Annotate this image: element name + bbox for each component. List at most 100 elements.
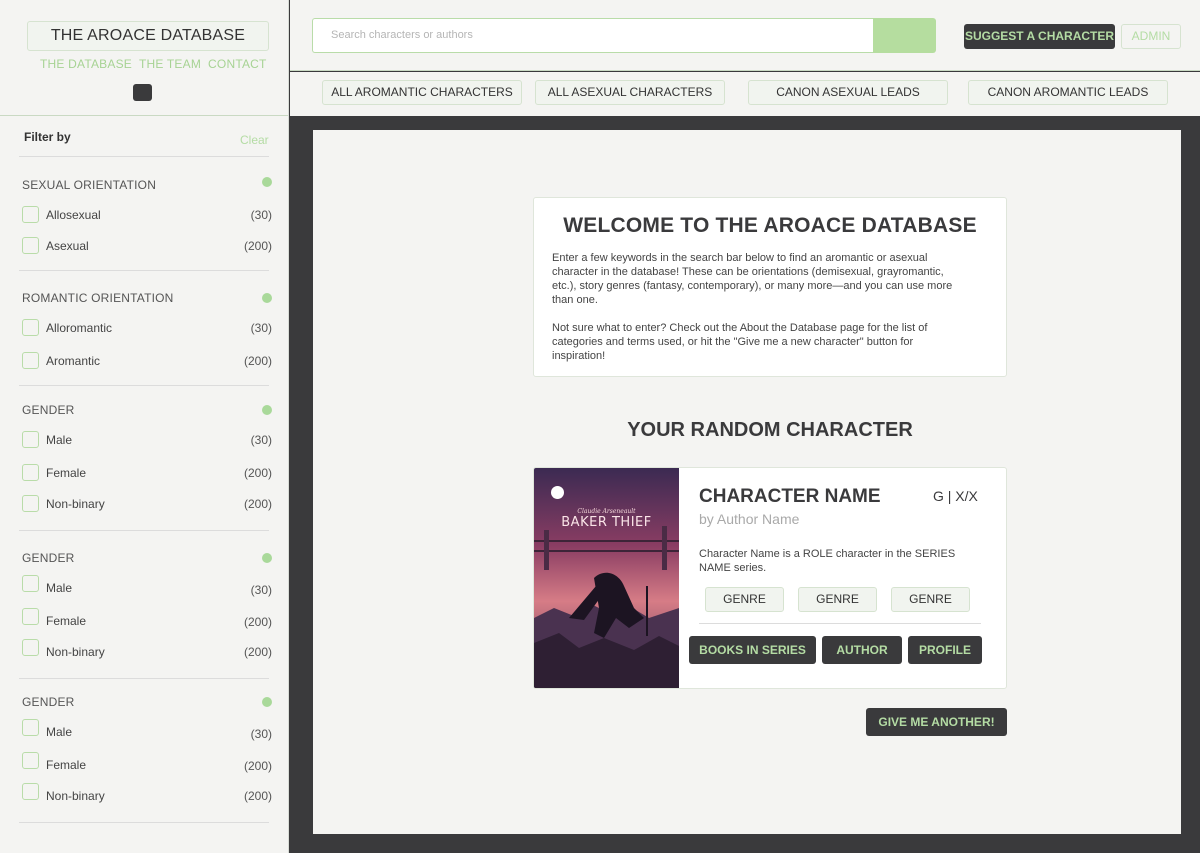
profile-button[interactable]: PROFILE [908,636,982,664]
checkbox[interactable] [22,783,39,800]
cover-indicator-dot [551,486,564,499]
genre-tag[interactable]: GENRE [798,587,877,612]
filter-option-count: (30) [250,321,272,335]
cover-author-text: Claudie Arseneault [577,508,636,515]
filter-option-count: (200) [243,615,272,629]
filter-option-label: Female [46,758,87,772]
brand-area: THE AROACE DATABASE THE DATABASE THE TEA… [0,0,288,116]
filter-option-label: Male [46,725,73,739]
checkbox[interactable] [22,495,39,512]
admin-button[interactable]: ADMIN [1121,24,1181,49]
group-indicator-dot [262,293,272,303]
nav-link-team[interactable]: THE TEAM [139,57,201,71]
search-input[interactable]: Search characters or authors [312,18,874,53]
filter-option-female[interactable]: Female (200) [22,464,272,482]
filter-heading: Filter by [24,130,71,144]
filter-option-male[interactable]: Male (30) [22,431,272,449]
header-bar: Search characters or authors SUGGEST A C… [290,0,1200,71]
category-canon-asexual-leads[interactable]: CANON ASEXUAL LEADS [748,80,948,105]
author-button[interactable]: AUTHOR [822,636,902,664]
give-me-another-button[interactable]: GIVE ME ANOTHER! [866,708,1007,736]
filter-option-label: Male [46,581,73,595]
category-all-aromantic[interactable]: ALL AROMANTIC CHARACTERS [322,80,522,105]
divider [19,385,269,386]
character-description: Character Name is a ROLE character in th… [699,548,956,574]
checkbox[interactable] [22,608,39,625]
character-name: CHARACTER NAME [699,486,881,507]
filter-option-label: Non-binary [46,789,105,803]
filter-group-title: ROMANTIC ORIENTATION [22,291,174,305]
group-indicator-dot [262,697,272,707]
filter-option-aromantic[interactable]: Aromantic (200) [22,352,272,370]
filter-group-title: GENDER [22,403,75,417]
theme-toggle-button[interactable] [133,84,152,101]
sidebar: THE AROACE DATABASE THE DATABASE THE TEA… [0,0,289,853]
suggest-character-button[interactable]: SUGGEST A CHARACTER [964,24,1115,49]
filter-option-label: Female [46,466,87,480]
category-all-asexual[interactable]: ALL ASEXUAL CHARACTERS [535,80,725,105]
checkbox[interactable] [22,639,39,656]
filter-group-title: GENDER [22,551,75,565]
book-cover-illustration [534,468,679,688]
filter-option-label: Alloromantic [46,321,113,335]
filter-option-count: (200) [243,466,272,480]
category-bar: ALL AROMANTIC CHARACTERS ALL ASEXUAL CHA… [290,72,1200,116]
filter-option-label: Allosexual [46,208,101,222]
filter-option-allosexual[interactable]: Allosexual (30) [22,206,272,224]
filter-option-label: Female [46,614,87,628]
checkbox[interactable] [22,719,39,736]
filter-option-male[interactable]: Male (30) [22,575,272,597]
welcome-title: WELCOME TO THE AROACE DATABASE [563,214,977,237]
books-in-series-button[interactable]: BOOKS IN SERIES [689,636,816,664]
nav-link-contact[interactable]: CONTACT [208,57,267,71]
filter-option-non-binary[interactable]: Non-binary (200) [22,783,272,803]
genre-tag[interactable]: GENRE [891,587,970,612]
filter-option-label: Non-binary [46,497,105,511]
filter-option-female[interactable]: Female (200) [22,752,272,773]
genre-tag[interactable]: GENRE [705,587,784,612]
cover-title-text: BAKER THIEF [561,515,652,530]
filter-option-count: (30) [250,727,272,741]
nav-link-database[interactable]: THE DATABASE [40,57,132,71]
checkbox[interactable] [22,237,39,254]
checkbox[interactable] [22,575,39,592]
divider [19,678,269,679]
welcome-paragraph: Enter a few keywords in the search bar b… [552,252,953,306]
brand-nav: THE DATABASE THE TEAM CONTACT [40,57,267,71]
checkbox[interactable] [22,752,39,769]
random-character-heading: YOUR RANDOM CHARACTER [627,419,913,441]
character-card: Claudie Arseneault BAKER THIEF CHARACTER… [533,467,1007,689]
filter-option-label: Non-binary [46,645,105,659]
filter-option-alloromantic[interactable]: Alloromantic (30) [22,319,272,337]
filter-option-count: (30) [250,433,272,447]
category-canon-aromantic-leads[interactable]: CANON AROMANTIC LEADS [968,80,1168,105]
checkbox[interactable] [22,352,39,369]
main-content: WELCOME TO THE AROACE DATABASE Enter a f… [313,130,1181,834]
filter-option-count: (200) [243,759,272,773]
group-indicator-dot [262,553,272,563]
filter-option-non-binary[interactable]: Non-binary (200) [22,495,272,513]
search-button[interactable] [873,18,936,53]
divider [19,822,269,823]
character-rating: G | X/X [933,488,978,504]
group-indicator-dot [262,405,272,415]
site-title[interactable]: THE AROACE DATABASE [27,21,269,51]
checkbox[interactable] [22,464,39,481]
checkbox[interactable] [22,206,39,223]
filter-option-male[interactable]: Male (30) [22,719,272,741]
welcome-paragraph: Not sure what to enter? Check out the Ab… [552,322,928,362]
filter-clear-link[interactable]: Clear [240,133,269,147]
welcome-panel: WELCOME TO THE AROACE DATABASE Enter a f… [533,197,1007,377]
filter-option-asexual[interactable]: Asexual (200) [22,237,272,255]
filter-option-female[interactable]: Female (200) [22,608,272,629]
filter-option-count: (200) [243,239,272,253]
filter-group-title: GENDER [22,695,75,709]
filter-option-non-binary[interactable]: Non-binary (200) [22,639,272,659]
character-author[interactable]: by Author Name [699,511,799,527]
checkbox[interactable] [22,319,39,336]
filter-option-count: (30) [250,583,272,597]
book-cover-image[interactable]: Claudie Arseneault BAKER THIEF [534,468,679,688]
checkbox[interactable] [22,431,39,448]
filter-option-label: Male [46,433,73,447]
filter-option-label: Asexual [46,239,89,253]
